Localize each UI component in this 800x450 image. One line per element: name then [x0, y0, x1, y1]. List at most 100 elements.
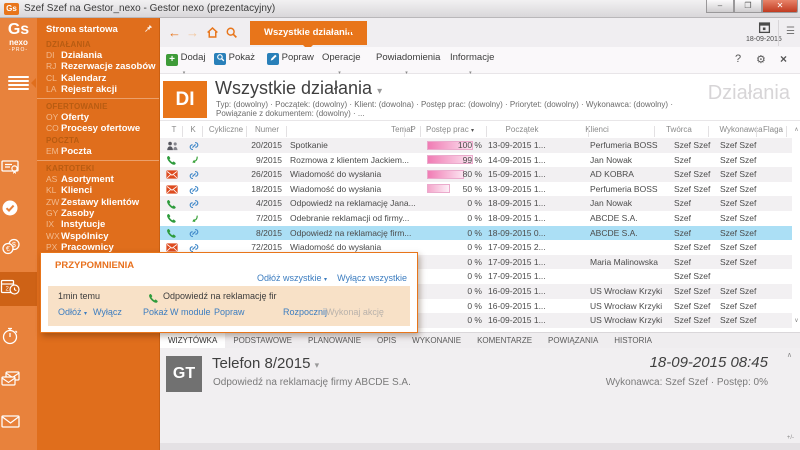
toolbar-button-powiadomienia[interactable]: Powiadomienia▾: [376, 52, 440, 70]
calendar-widget-icon[interactable]: [758, 21, 771, 34]
column-header-k[interactable]: K: [184, 125, 202, 138]
reminder-subject: Odpowiedź na reklamację fir: [163, 291, 277, 301]
chevron-down-icon: ▾: [324, 277, 327, 283]
table-row[interactable]: 7/2015Odebranie reklamacji od firmy...0 …: [160, 211, 792, 226]
tab-planowanie[interactable]: PLANOWANIE: [300, 333, 369, 348]
column-header-twórca[interactable]: Twórca: [656, 125, 702, 138]
reminder-action-rozpocznij[interactable]: Rozpocznij: [283, 307, 327, 317]
pin-icon[interactable]: [144, 24, 153, 33]
table-row[interactable]: 8/2015Odpowiedź na reklamację firm...0 %…: [160, 226, 792, 241]
sidebar-item-as[interactable]: ASAsortyment: [37, 174, 159, 185]
column-header-p[interactable]: P: [406, 125, 420, 138]
sidebar-item-la[interactable]: LARejestr akcji: [37, 84, 159, 95]
table-row[interactable]: 26/2015Wiadomość do wysłania80 %15-09-20…: [160, 167, 792, 182]
tab-komentarze[interactable]: KOMENTARZE: [469, 333, 540, 348]
scroll-up-icon[interactable]: ∧: [793, 126, 800, 133]
sidebar-item-zw[interactable]: ZWZestawy klientów: [37, 197, 159, 208]
reminder-action-pokaż[interactable]: Pokaż: [143, 307, 168, 317]
tab-podstawowe[interactable]: PODSTAWOWE: [225, 333, 300, 348]
settings-gear-icon[interactable]: ⚙: [756, 53, 766, 66]
minimize-button[interactable]: –: [706, 0, 734, 13]
sidebar-item-di[interactable]: DIDziałania: [37, 50, 159, 61]
sidebar-item-label: Poczta: [61, 146, 92, 157]
sidebar-item-kl[interactable]: KLKlienci: [37, 185, 159, 196]
tab-wykonanie[interactable]: WYKONANIE: [404, 333, 469, 348]
table-row[interactable]: 18/2015Wiadomość do wysłania50 %13-09-20…: [160, 182, 792, 197]
tab-opis[interactable]: OPIS: [369, 333, 404, 348]
toolbar-button-pokaż[interactable]: Pokaż: [214, 52, 255, 70]
sidebar-item-wx[interactable]: WXWspólnicy: [37, 231, 159, 242]
toolbar-button-popraw[interactable]: Popraw: [267, 52, 314, 70]
cell: Szef Szef: [720, 154, 770, 167]
current-date[interactable]: 18-09-2015: [746, 36, 782, 43]
rail-calendar-clock-icon[interactable]: 2: [0, 272, 37, 306]
column-header-t[interactable]: T: [164, 125, 184, 138]
rail-tasks-check-icon[interactable]: [0, 192, 37, 226]
tab-historia[interactable]: HISTORIA: [606, 333, 660, 348]
filter-summary-line2[interactable]: Powiązanie z dokumentem: (dowolny) · ...: [216, 109, 365, 118]
cell: 15-09-2015 1...: [488, 168, 588, 181]
close-button[interactable]: ✕: [762, 0, 798, 13]
phone-icon: [166, 212, 182, 225]
view-title[interactable]: Wszystkie działania ▾: [215, 78, 382, 99]
column-header-numer[interactable]: Numer: [248, 125, 286, 138]
rail-license-icon[interactable]: [0, 152, 37, 186]
tab-wizytówka[interactable]: WIZYTÓWKA: [160, 333, 225, 348]
sidebar-item-em[interactable]: EMPoczta: [37, 146, 159, 157]
toolbar-button-operacje[interactable]: Operacje▾: [322, 52, 361, 70]
header-separator: [756, 126, 757, 137]
restore-button[interactable]: ❐: [734, 0, 762, 13]
cell: 50 %: [436, 183, 482, 196]
filter-summary-line1[interactable]: Typ: (dowolny) · Początek: (dowolny) · K…: [216, 100, 673, 109]
reminder-action-popraw[interactable]: Popraw: [214, 307, 245, 317]
sidebar-item-oy[interactable]: OYOferty: [37, 112, 159, 123]
rail-mail-icon[interactable]: [0, 408, 37, 442]
help-button[interactable]: ?: [735, 53, 741, 65]
detail-meta: Wykonawca: Szef Szef · Postęp: 0%: [606, 377, 768, 388]
table-row[interactable]: 9/2015Rozmowa z klientem Jackiem...99 %1…: [160, 153, 792, 168]
sidebar-item-rj[interactable]: RJRezerwacje zasobów: [37, 61, 159, 72]
sidebar-item-cl[interactable]: CLKalendarz: [37, 73, 159, 84]
scroll-down-icon[interactable]: ∨: [793, 317, 800, 324]
reminder-action-w-module[interactable]: W module: [170, 307, 211, 317]
rail-mail-outbox-icon[interactable]: [0, 364, 37, 398]
panel-resize-handle[interactable]: +/-: [787, 435, 794, 441]
column-header-początek[interactable]: Początek: [490, 125, 554, 138]
close-view-icon[interactable]: ×: [780, 52, 787, 66]
sidebar-item-ix[interactable]: IXInstytucje: [37, 219, 159, 230]
sidebar-item-code: OY: [46, 112, 61, 122]
sidebar-item-co[interactable]: COProcesy ofertowe: [37, 123, 159, 134]
module-badge: DI: [163, 81, 207, 118]
column-header-klienci[interactable]: Klienci: [562, 125, 632, 138]
detail-title[interactable]: Telefon 8/2015 ▾: [212, 355, 319, 372]
column-header-cykliczne[interactable]: Cykliczne: [204, 125, 248, 138]
back-arrow-icon[interactable]: ←: [168, 25, 181, 40]
sidebar-item-gy[interactable]: GYZasoby: [37, 208, 159, 219]
toolbar-button-informacje[interactable]: Informacje▾: [450, 52, 494, 70]
collapse-panel-icon[interactable]: ∧: [787, 351, 792, 359]
sidebar-item-label: Zasoby: [61, 208, 94, 219]
defer-all-link[interactable]: Odłóż wszystkie ▾: [257, 273, 327, 283]
sidebar-item-code: ZW: [46, 197, 61, 207]
rail-timer-icon[interactable]: [0, 320, 37, 354]
home-icon[interactable]: [206, 26, 219, 39]
app-menu-icon[interactable]: ☰: [786, 26, 795, 37]
sidebar-item-home[interactable]: Strona startowa: [37, 21, 159, 38]
header-separator: [486, 126, 487, 137]
toolbar-button-dodaj[interactable]: + Dodaj▾: [166, 52, 205, 70]
tab-powiązania[interactable]: POWIĄZANIA: [540, 333, 606, 348]
cell: 7/2015: [244, 212, 282, 225]
column-header-flaga[interactable]: Flaga: [758, 125, 788, 138]
search-icon[interactable]: [225, 26, 238, 39]
new-tab-button[interactable]: +: [346, 23, 354, 39]
table-row[interactable]: 20/2015Spotkanie100 %13-09-2015 1...Perf…: [160, 138, 792, 153]
menu-toggle-icon[interactable]: [8, 76, 29, 92]
reminder-action-wyłącz[interactable]: Wyłącz: [93, 307, 122, 317]
forward-arrow-icon[interactable]: →: [186, 25, 199, 40]
table-row[interactable]: 4/2015Odpowiedź na reklamację Jana...0 %…: [160, 196, 792, 211]
dismiss-all-link[interactable]: Wyłącz wszystkie: [337, 273, 407, 283]
reminder-action-odłóż[interactable]: Odłóż ▾: [58, 307, 87, 317]
cell: 100 %: [436, 139, 482, 152]
rail-finances-coins-icon[interactable]: $€: [0, 232, 37, 266]
column-header-postęp-prac[interactable]: Postęp prac ▾: [426, 125, 484, 138]
